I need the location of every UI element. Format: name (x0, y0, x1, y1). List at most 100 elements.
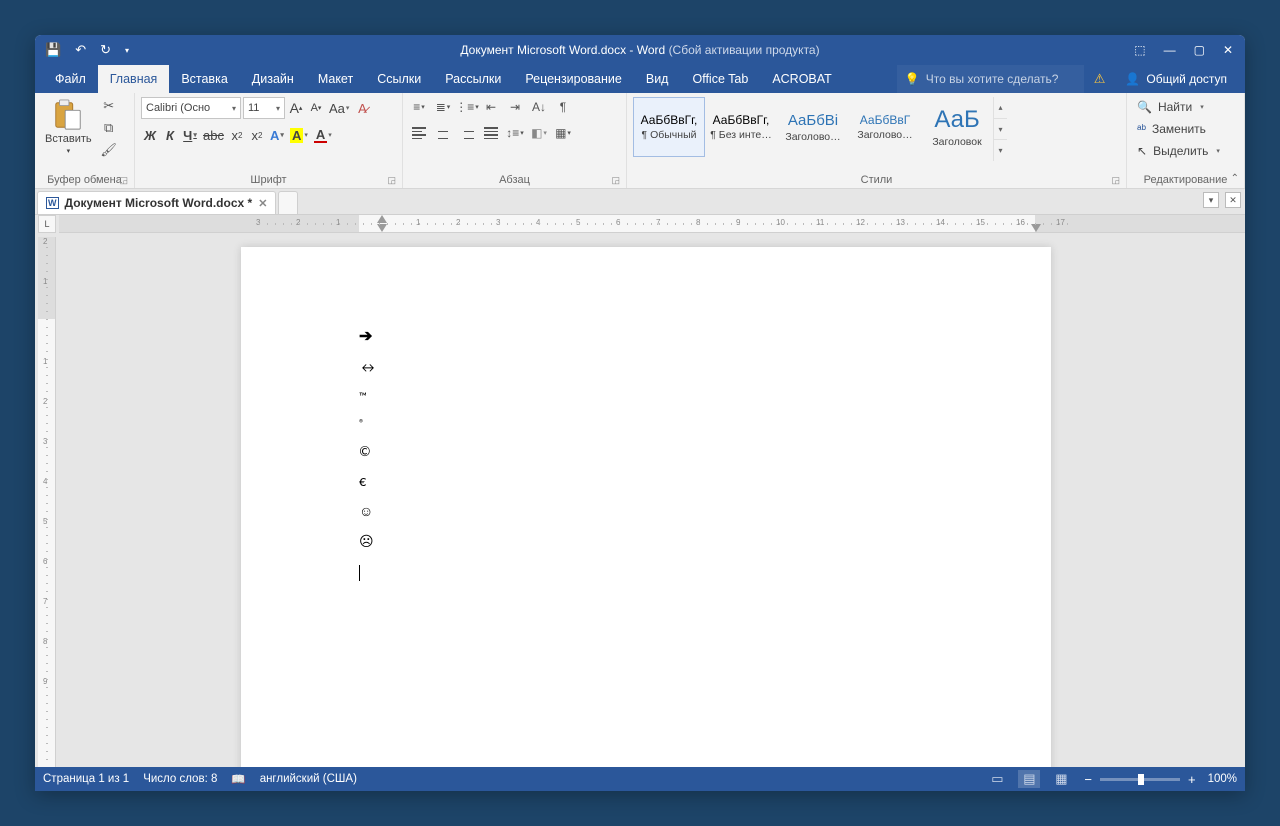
close-icon[interactable]: ✕ (1223, 43, 1233, 57)
strike-button[interactable]: abc (201, 125, 226, 145)
style-heading1[interactable]: АаБбВі Заголово… (777, 97, 849, 157)
qat-customize-icon[interactable]: ▾ (125, 46, 129, 55)
align-left-button[interactable] (409, 123, 429, 143)
status-page[interactable]: Страница 1 из 1 (43, 773, 129, 785)
paragraph-launcher-icon[interactable]: ◲ (611, 175, 620, 186)
right-indent-marker[interactable] (1031, 224, 1041, 232)
tell-me-search[interactable]: 💡 (897, 65, 1084, 93)
proofing-icon[interactable]: 📖 (231, 772, 245, 786)
grow-font-button[interactable]: A▴ (287, 98, 305, 118)
tabs-close-all-icon[interactable]: ✕ (1225, 192, 1241, 208)
tab-layout[interactable]: Макет (306, 65, 365, 93)
share-button[interactable]: 👤 Общий доступ (1115, 72, 1237, 86)
clipboard-label: Буфер обмена◲ (41, 172, 128, 186)
superscript-button[interactable]: x2 (248, 125, 266, 145)
cut-icon[interactable]: ✂ (100, 97, 118, 115)
style-heading2[interactable]: АаБбВвГ Заголово… (849, 97, 921, 157)
tab-acrobat[interactable]: ACROBAT (760, 65, 844, 93)
format-painter-icon[interactable]: 🖌 (100, 141, 118, 159)
style-title[interactable]: АаБ Заголовок (921, 97, 993, 157)
tab-home[interactable]: Главная (98, 65, 170, 93)
paste-button[interactable]: Вставить ▾ (41, 97, 96, 157)
tab-officetab[interactable]: Office Tab (680, 65, 760, 93)
zoom-track[interactable] (1100, 778, 1180, 781)
undo-icon[interactable]: ↶ (75, 42, 86, 58)
font-size-combo[interactable]: 11 ▾ (243, 97, 285, 119)
save-icon[interactable]: 💾 (45, 42, 61, 58)
tab-mailings[interactable]: Рассылки (433, 65, 513, 93)
sort-button[interactable]: A↓ (529, 97, 549, 117)
bullets-button[interactable]: ≡▾ (409, 97, 429, 117)
zoom-thumb[interactable] (1138, 774, 1144, 785)
horizontal-ruler[interactable]: 3211234567891011121314151617 (59, 215, 1245, 233)
show-marks-button[interactable]: ¶ (553, 97, 573, 117)
paste-icon (52, 99, 84, 131)
numbering-button[interactable]: ≣▾ (433, 97, 453, 117)
collapse-ribbon-icon[interactable]: ⌃ (1231, 173, 1239, 184)
underline-button[interactable]: Ч▾ (181, 125, 199, 145)
tell-me-input[interactable] (926, 72, 1076, 86)
first-line-indent-marker[interactable] (377, 215, 387, 223)
decrease-indent-button[interactable]: ⇤ (481, 97, 501, 117)
clipboard-small-buttons: ✂ ⧉ 🖌 (100, 97, 118, 159)
align-right-button[interactable] (457, 123, 477, 143)
warning-icon[interactable]: ⚠ (1088, 71, 1112, 87)
tab-selector[interactable]: L (38, 215, 56, 233)
new-document-tab[interactable] (278, 191, 298, 214)
styles-more-icon[interactable]: ▾ (994, 140, 1007, 161)
zoom-out-button[interactable]: − (1082, 772, 1094, 787)
tab-insert[interactable]: Вставка (169, 65, 239, 93)
replace-icon: ᵃᵇ (1137, 122, 1146, 136)
align-center-button[interactable] (433, 123, 453, 143)
zoom-in-button[interactable]: + (1186, 772, 1198, 787)
text-effects-button[interactable]: A▾ (268, 125, 286, 145)
borders-button[interactable]: ▦▾ (553, 123, 573, 143)
tab-review[interactable]: Рецензирование (513, 65, 634, 93)
maximize-icon[interactable]: ▢ (1194, 43, 1205, 57)
ribbon-display-icon[interactable]: ⬚ (1134, 43, 1145, 57)
clipboard-launcher-icon[interactable]: ◲ (119, 175, 128, 186)
align-justify-button[interactable] (481, 123, 501, 143)
font-launcher-icon[interactable]: ◲ (387, 175, 396, 186)
tab-file[interactable]: Файл (43, 65, 98, 93)
document-page[interactable]: ➔ ↔ ™ ® © € ☺ ☹ 👾 t.me/bugfeature (241, 247, 1051, 767)
status-words[interactable]: Число слов: 8 (143, 773, 217, 785)
highlight-button[interactable]: A▾ (288, 125, 310, 145)
tabs-menu-icon[interactable]: ▾ (1203, 192, 1219, 208)
tab-design[interactable]: Дизайн (240, 65, 306, 93)
read-mode-icon[interactable]: ▭ (986, 770, 1008, 788)
redo-icon[interactable]: ↻ (100, 42, 111, 58)
styles-scroll-down-icon[interactable]: ▾ (994, 119, 1007, 141)
tab-references[interactable]: Ссылки (365, 65, 433, 93)
web-layout-icon[interactable]: ▦ (1050, 770, 1072, 788)
styles-launcher-icon[interactable]: ◲ (1111, 175, 1120, 186)
copy-icon[interactable]: ⧉ (100, 119, 118, 137)
status-language[interactable]: английский (США) (260, 773, 357, 785)
shading-button[interactable]: ◧▾ (529, 123, 549, 143)
increase-indent-button[interactable]: ⇥ (505, 97, 525, 117)
bold-button[interactable]: Ж (141, 125, 159, 145)
document-tab-active[interactable]: W Документ Microsoft Word.docx * ✕ (37, 191, 276, 214)
style-no-spacing[interactable]: АаБбВвГг, ¶ Без инте… (705, 97, 777, 157)
italic-button[interactable]: К (161, 125, 179, 145)
change-case-button[interactable]: Aa▾ (327, 98, 351, 118)
line-spacing-button[interactable]: ↕≡▾ (505, 123, 525, 143)
style-normal[interactable]: АаБбВвГг, ¶ Обычный (633, 97, 705, 157)
minimize-icon[interactable]: — (1164, 43, 1176, 57)
font-name-combo[interactable]: Calibri (Осно ▾ (141, 97, 241, 119)
find-button[interactable]: 🔍Найти▾ (1133, 97, 1208, 117)
print-layout-icon[interactable]: ▤ (1018, 770, 1040, 788)
subscript-button[interactable]: x2 (228, 125, 246, 145)
shrink-font-button[interactable]: A▾ (307, 98, 325, 118)
replace-button[interactable]: ᵃᵇЗаменить (1133, 119, 1210, 139)
select-button[interactable]: ↖Выделить▾ (1133, 141, 1224, 161)
tab-close-icon[interactable]: ✕ (258, 197, 267, 210)
font-color-button[interactable]: A▾ (312, 125, 334, 145)
multilevel-button[interactable]: ⋮≡▾ (457, 97, 477, 117)
vertical-ruler[interactable]: 21123456789 (38, 237, 56, 767)
zoom-level[interactable]: 100% (1208, 773, 1237, 785)
clear-formatting-button[interactable]: A̷ (353, 98, 371, 118)
styles-scroll-up-icon[interactable]: ▴ (994, 97, 1007, 119)
hanging-indent-marker[interactable] (377, 224, 387, 232)
tab-view[interactable]: Вид (634, 65, 681, 93)
